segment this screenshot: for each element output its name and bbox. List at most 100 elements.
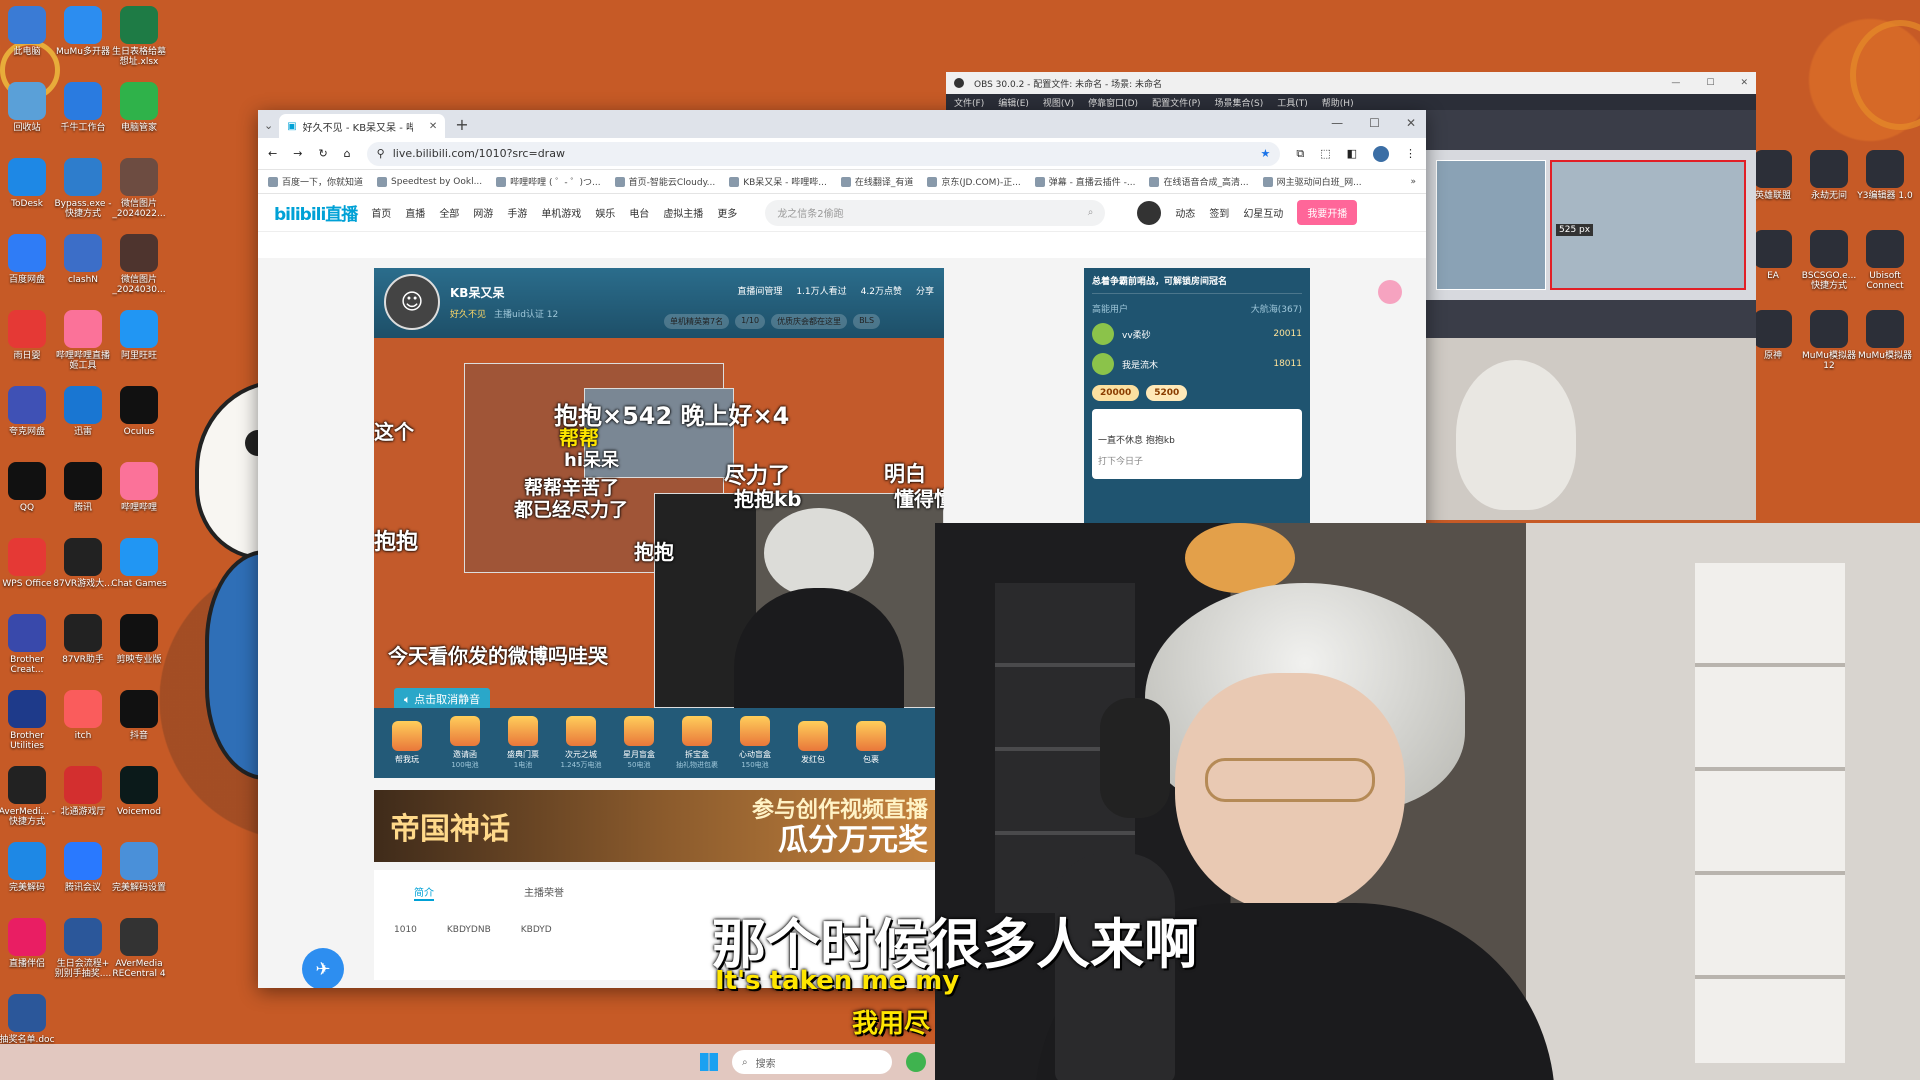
desktop-icon[interactable]: 腾讯会议 bbox=[52, 842, 114, 893]
close-tab-icon[interactable]: ✕ bbox=[429, 121, 437, 132]
desktop-icon[interactable]: 阿里旺旺 bbox=[108, 310, 170, 361]
promo-banner[interactable]: 帝国神话 参与创作视频直播 瓜分万元奖 bbox=[374, 790, 944, 862]
desktop-icon[interactable]: 哔哩哔哩直播姬工具 bbox=[52, 310, 114, 371]
desktop-icon[interactable]: clashN bbox=[52, 234, 114, 285]
battery-pill[interactable]: 20000 bbox=[1092, 385, 1140, 401]
nav-link[interactable]: 直播 bbox=[405, 205, 425, 220]
tab-list-icon[interactable]: ⌄ bbox=[264, 119, 273, 132]
gift-item[interactable]: 包裹 bbox=[848, 721, 894, 765]
rank-tab-guard[interactable]: 大航海(367) bbox=[1251, 302, 1302, 315]
battery-pill[interactable]: 5200 bbox=[1146, 385, 1188, 401]
profile-tag[interactable]: 1010 bbox=[394, 925, 417, 935]
desktop-icon[interactable]: Brother Creat... bbox=[0, 614, 58, 675]
obs-menu-item[interactable]: 停靠窗口(D) bbox=[1088, 96, 1138, 109]
obs-menu-item[interactable]: 编辑(E) bbox=[998, 96, 1029, 109]
streamer-name[interactable]: KB呆又呆 bbox=[450, 284, 558, 301]
desktop-icon[interactable]: 回收站 bbox=[0, 82, 58, 133]
player-badge[interactable]: 单机精英第7名 bbox=[664, 314, 730, 329]
player-badge[interactable]: 1/10 bbox=[735, 314, 766, 329]
obs-menu-item[interactable]: 帮助(H) bbox=[1322, 96, 1354, 109]
obs-menu-item[interactable]: 配置文件(P) bbox=[1152, 96, 1200, 109]
desktop-icon[interactable]: 87VR助手 bbox=[52, 614, 114, 665]
desktop-icon[interactable]: 抖音 bbox=[108, 690, 170, 741]
gift-item[interactable]: 次元之城 1.245万电池 bbox=[558, 716, 604, 770]
user-avatar[interactable] bbox=[1137, 200, 1162, 225]
profile-avatar-icon[interactable] bbox=[1373, 145, 1389, 162]
desktop-icon[interactable]: 87VR游戏大... bbox=[52, 538, 114, 589]
nav-link[interactable]: 首页 bbox=[371, 205, 391, 220]
desktop-icon[interactable]: BSCSGO.e... 快捷方式 bbox=[1798, 230, 1860, 291]
player-badge[interactable]: 优质庆会都在这里 bbox=[771, 314, 848, 329]
live-player[interactable]: ☺ KB呆又呆 好久不见 主播uid认证 12 直播间管理 1.1万人看过 4.2万… bbox=[374, 268, 944, 708]
desktop-icon[interactable]: ToDesk bbox=[0, 158, 58, 209]
desktop-icon[interactable]: Ubisoft Connect bbox=[1854, 230, 1916, 291]
nav-link[interactable]: 电台 bbox=[629, 205, 649, 220]
desktop-icon[interactable]: Bypass.exe - 快捷方式 bbox=[52, 158, 114, 219]
player-meta-item[interactable]: 1.1万人看过 bbox=[796, 284, 846, 297]
bookmark-item[interactable]: 哔哩哔哩 ( ゜- ゜)つ... bbox=[496, 175, 601, 188]
bookmark-item[interactable]: 在线翻译_有道 bbox=[840, 175, 913, 188]
floating-helper-icon[interactable]: ✈ bbox=[302, 948, 344, 988]
desktop-icon[interactable]: 哔哩哔哩 bbox=[108, 462, 170, 513]
desktop-icon[interactable]: Oculus bbox=[108, 386, 170, 437]
minimize-icon[interactable]: — bbox=[1331, 116, 1343, 130]
rank-tab-high-energy[interactable]: 高能用户 bbox=[1092, 302, 1128, 315]
profile-tab[interactable]: 主播荣誉 bbox=[524, 884, 564, 901]
desktop-icon[interactable]: 剪映专业版 bbox=[108, 614, 170, 665]
reload-icon[interactable]: ↻ bbox=[318, 147, 327, 160]
nav-right-link[interactable]: 签到 bbox=[1209, 205, 1229, 220]
desktop-icon[interactable]: Chat Games bbox=[108, 538, 170, 589]
search-input[interactable]: 龙之信条2偷跑 ⌕ bbox=[765, 199, 1106, 226]
desktop-icon[interactable]: AVerMedia RECentral 4 bbox=[108, 918, 170, 979]
desktop-icon[interactable]: Brother Utilities bbox=[0, 690, 58, 751]
desktop-icon[interactable]: 百度网盘 bbox=[0, 234, 58, 285]
taskbar-app-icon[interactable] bbox=[906, 1052, 926, 1072]
bookmark-item[interactable]: 在线语音合成_高清... bbox=[1149, 175, 1249, 188]
desktop-icon[interactable]: AverMedi... - 快捷方式 bbox=[0, 766, 58, 827]
sidebar-icon[interactable]: ◧ bbox=[1347, 147, 1357, 160]
rank-row[interactable]: 我是流木 18011 bbox=[1092, 353, 1302, 375]
desktop-icon[interactable]: Voicemod bbox=[108, 766, 170, 817]
nav-link[interactable]: 手游 bbox=[507, 205, 527, 220]
gift-item[interactable]: 帮我玩 bbox=[384, 721, 430, 765]
desktop-icon[interactable]: 抽奖名单.doc bbox=[0, 994, 58, 1045]
bilibili-live-logo[interactable]: bilibili直播 bbox=[274, 200, 358, 225]
streamer-avatar[interactable]: ☺ bbox=[384, 274, 440, 330]
obs-preview-canvas[interactable]: 525 px bbox=[1426, 110, 1756, 520]
desktop-icon[interactable]: 微信图片_2024022... bbox=[108, 158, 170, 219]
search-icon[interactable]: ⌕ bbox=[1088, 207, 1094, 218]
desktop-icon[interactable]: 完美解码设置 bbox=[108, 842, 170, 893]
nav-link[interactable]: 虚拟主播 bbox=[663, 205, 703, 220]
browser-tab-active[interactable]: ▣ 好久不见 - KB呆又呆 - 哔哩哔哩直播 ✕ bbox=[279, 114, 446, 138]
gift-item[interactable]: 盛典门票 1电池 bbox=[500, 716, 546, 770]
gift-item[interactable]: 星月盲盒 50电池 bbox=[616, 716, 662, 770]
nav-link[interactable]: 娱乐 bbox=[595, 205, 615, 220]
nav-link[interactable]: 更多 bbox=[717, 205, 737, 220]
nav-link[interactable]: 网游 bbox=[473, 205, 493, 220]
maximize-icon[interactable]: ☐ bbox=[1369, 116, 1380, 130]
new-tab-icon[interactable]: + bbox=[455, 115, 468, 134]
desktop-icon[interactable]: 迅雷 bbox=[52, 386, 114, 437]
url-field[interactable]: ⚲ live.bilibili.com/1010?src=draw ★ bbox=[366, 141, 1281, 166]
bookmark-item[interactable]: Speedtest by Ookl... bbox=[377, 176, 482, 187]
pink-float-icon[interactable] bbox=[1378, 280, 1402, 304]
bookmark-item[interactable]: KB呆又呆 - 哔哩哔... bbox=[729, 175, 827, 188]
obs-menu-item[interactable]: 视图(V) bbox=[1043, 96, 1074, 109]
desktop-icon[interactable]: 夸克网盘 bbox=[0, 386, 58, 437]
desktop-icon[interactable]: 永劫无间 bbox=[1798, 150, 1860, 201]
close-icon[interactable]: ✕ bbox=[1740, 78, 1748, 88]
nav-right-link[interactable]: 动态 bbox=[1175, 205, 1195, 220]
desktop-icon[interactable]: 北通游戏厅 bbox=[52, 766, 114, 817]
back-icon[interactable]: ← bbox=[268, 147, 277, 160]
profile-tag[interactable]: KBDYD bbox=[521, 925, 552, 935]
nav-link[interactable]: 单机游戏 bbox=[541, 205, 581, 220]
rank-title[interactable]: 总着争霸前哨战，可解锁房间冠名 bbox=[1092, 274, 1302, 294]
desktop-icon[interactable]: itch bbox=[52, 690, 114, 741]
desktop-icon[interactable]: 生日表格给墓想址.xlsx bbox=[108, 6, 170, 67]
nav-right-link[interactable]: 幻星互动 bbox=[1243, 205, 1283, 220]
desktop-icon[interactable]: 生日会流程+ 别别手抽奖.... bbox=[52, 918, 114, 979]
profile-tab[interactable]: 简介 bbox=[414, 884, 434, 901]
bookmark-item[interactable]: 弹幕 - 直播云插件 -... bbox=[1034, 175, 1135, 188]
obs-menu-item[interactable]: 工具(T) bbox=[1277, 96, 1308, 109]
desktop-icon[interactable]: Y3编辑器 1.0 bbox=[1854, 150, 1916, 201]
